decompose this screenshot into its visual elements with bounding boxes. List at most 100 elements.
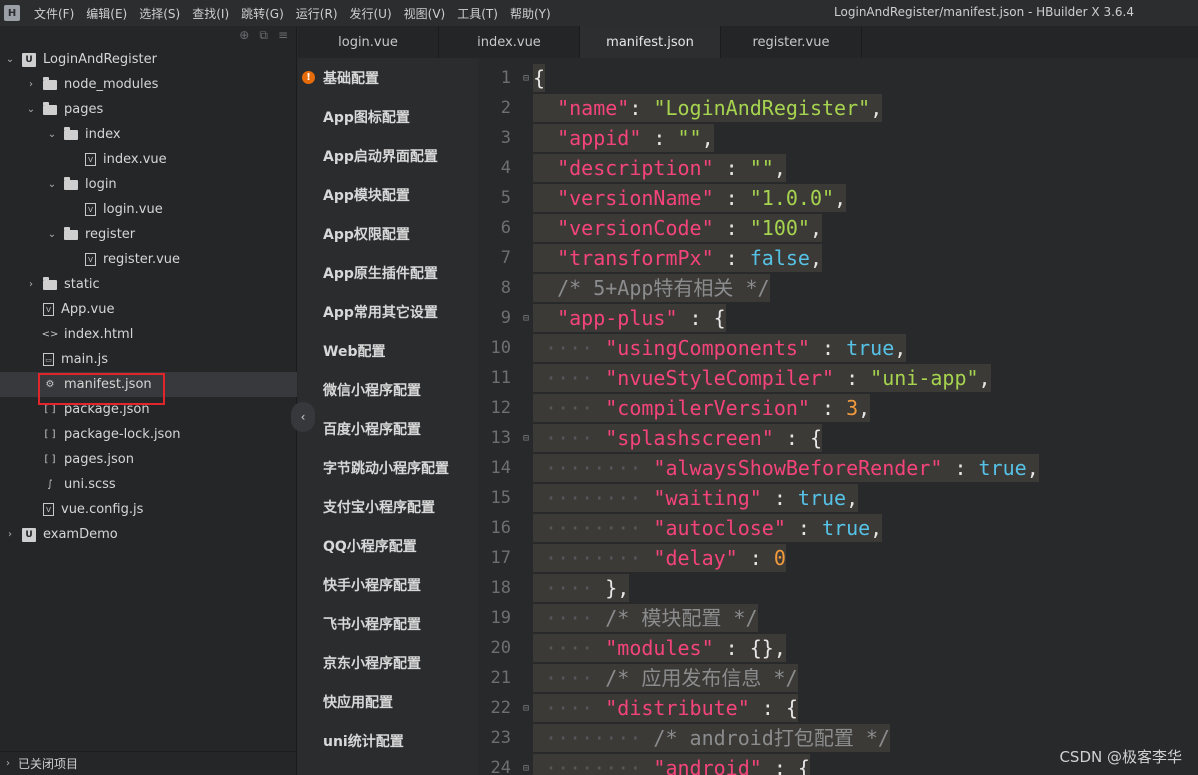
fold-toggle-icon[interactable]: ⊟ <box>523 763 529 774</box>
menu-item[interactable]: 选择(S) <box>133 5 186 22</box>
config-nav-item[interactable]: 字节跳动小程序配置 <box>298 448 478 487</box>
config-nav-item[interactable]: 支付宝小程序配置 <box>298 487 478 526</box>
menu-item[interactable]: 跳转(G) <box>235 5 290 22</box>
config-nav-item[interactable]: App常用其它设置 <box>298 292 478 331</box>
config-nav-item[interactable]: uni统计配置 <box>298 721 478 760</box>
code-line[interactable]: ········ /* android打包配置 */ <box>533 723 1039 753</box>
code-line[interactable]: { <box>533 63 1039 93</box>
closed-projects-footer[interactable]: › 已关闭项目 <box>0 751 297 775</box>
code-token: , <box>870 96 883 120</box>
tree-item[interactable]: ›[ ]package-lock.json <box>0 422 297 447</box>
tree-item[interactable]: ⌄ login <box>0 172 297 197</box>
code-line[interactable]: ···· "usingComponents" : true, <box>533 333 1039 363</box>
config-nav-item[interactable]: App图标配置 <box>298 97 478 136</box>
more-menu-icon[interactable]: ≡ <box>278 28 288 43</box>
code-line[interactable]: "transformPx" : false, <box>533 243 1039 273</box>
tree-item[interactable]: › node_modules <box>0 72 297 97</box>
collapse-all-icon[interactable]: ⧉ <box>259 28 268 43</box>
tree-item[interactable]: ›[ ]pages.json <box>0 447 297 472</box>
code-line[interactable]: ···· "modules" : {}, <box>533 633 1039 663</box>
tree-item[interactable]: ›[ ]package.json <box>0 397 297 422</box>
menu-item[interactable]: 查找(I) <box>186 5 235 22</box>
chevron-right-icon[interactable]: › <box>25 279 37 290</box>
config-nav-item[interactable]: 百度小程序配置 <box>298 409 478 448</box>
code-line[interactable]: ········ "alwaysShowBeforeRender" : true… <box>533 453 1039 483</box>
config-nav-item[interactable]: QQ小程序配置 <box>298 526 478 565</box>
code-line[interactable]: "name": "LoginAndRegister", <box>533 93 1039 123</box>
code-line[interactable]: "versionName" : "1.0.0", <box>533 183 1039 213</box>
editor-tab[interactable]: register.vue <box>721 26 862 58</box>
fold-toggle-icon[interactable]: ⊟ <box>523 433 529 444</box>
fold-toggle-icon[interactable]: ⊟ <box>523 703 529 714</box>
config-nav-item[interactable]: App启动界面配置 <box>298 136 478 175</box>
tree-item-label: main.js <box>61 352 108 367</box>
config-nav-item[interactable]: App权限配置 <box>298 214 478 253</box>
tree-item[interactable]: ⌄ register <box>0 222 297 247</box>
tree-item[interactable]: ›∫uni.scss <box>0 472 297 497</box>
code-line[interactable]: ···· "compilerVersion" : 3, <box>533 393 1039 423</box>
chevron-down-icon[interactable]: ⌄ <box>46 229 58 240</box>
config-nav-item[interactable]: Web配置 <box>298 331 478 370</box>
menu-item[interactable]: 运行(R) <box>290 5 344 22</box>
code-token: : <box>809 396 847 420</box>
code-content[interactable]: { "name": "LoginAndRegister", "appid" : … <box>533 63 1039 775</box>
menu-item[interactable]: 文件(F) <box>28 5 80 22</box>
chevron-right-icon[interactable]: › <box>25 79 37 90</box>
config-nav-item[interactable]: 微信小程序配置 <box>298 370 478 409</box>
config-nav-item[interactable]: 快手小程序配置 <box>298 565 478 604</box>
config-nav-item[interactable]: ! 基础配置 <box>298 58 478 97</box>
config-nav-item[interactable]: 飞书小程序配置 <box>298 604 478 643</box>
config-nav-item[interactable]: 京东小程序配置 <box>298 643 478 682</box>
code-line[interactable]: ···· /* 应用发布信息 */ <box>533 663 1039 693</box>
vue-icon: V <box>43 303 54 316</box>
code-line[interactable]: ···· "distribute" : { <box>533 693 1039 723</box>
chevron-down-icon[interactable]: ⌄ <box>46 179 58 190</box>
locate-icon[interactable]: ⊕ <box>239 28 249 43</box>
chevron-right-icon[interactable]: › <box>4 529 16 540</box>
tree-item[interactable]: ›VApp.vue <box>0 297 297 322</box>
tree-item[interactable]: › UexamDemo <box>0 522 297 547</box>
tree-item[interactable]: ⌄ index <box>0 122 297 147</box>
tree-item[interactable]: ›<>index.html <box>0 322 297 347</box>
fold-toggle-icon[interactable]: ⊟ <box>523 313 529 324</box>
code-line[interactable]: ········ "delay" : 0 <box>533 543 1039 573</box>
fold-toggle-icon[interactable]: ⊟ <box>523 73 529 84</box>
code-line[interactable]: ···· "nvueStyleCompiler" : "uni-app", <box>533 363 1039 393</box>
code-line[interactable]: ···· "splashscreen" : { <box>533 423 1039 453</box>
tree-item[interactable]: ›Vindex.vue <box>0 147 297 172</box>
config-nav-item[interactable]: App原生插件配置 <box>298 253 478 292</box>
collapse-sidebar-button[interactable]: ‹ <box>291 402 315 432</box>
chevron-down-icon[interactable]: ⌄ <box>4 54 16 65</box>
tree-item[interactable]: › static <box>0 272 297 297</box>
chevron-down-icon[interactable]: ⌄ <box>46 129 58 140</box>
code-line[interactable]: "appid" : "", <box>533 123 1039 153</box>
code-line[interactable]: ········ "autoclose" : true, <box>533 513 1039 543</box>
menu-item[interactable]: 编辑(E) <box>80 5 133 22</box>
tree-item[interactable]: ›⚙manifest.json <box>0 372 297 397</box>
config-nav-item[interactable]: App模块配置 <box>298 175 478 214</box>
menu-item[interactable]: 发行(U) <box>344 5 398 22</box>
code-line[interactable]: ···· /* 模块配置 */ <box>533 603 1039 633</box>
code-line[interactable]: "app-plus" : { <box>533 303 1039 333</box>
config-nav-item[interactable]: 快应用配置 <box>298 682 478 721</box>
code-line[interactable]: "versionCode" : "100", <box>533 213 1039 243</box>
tree-item[interactable]: ›Vvue.config.js <box>0 497 297 522</box>
code-editor[interactable]: 1 ⊟ 2 3 4 5 6 7 8 9 ⊟ 10 11 12 13 ⊟ 14 15 16 17 18 19 20 21 22 ⊟ 2… <box>478 58 1198 775</box>
editor-tab[interactable]: manifest.json <box>580 26 721 58</box>
menu-item[interactable]: 工具(T) <box>451 5 504 22</box>
editor-tab[interactable]: index.vue <box>439 26 580 58</box>
tree-item[interactable]: ⌄ pages <box>0 97 297 122</box>
menu-item[interactable]: 视图(V) <box>398 5 452 22</box>
code-line[interactable]: /* 5+App特有相关 */ <box>533 273 1039 303</box>
tree-item[interactable]: ›Vlogin.vue <box>0 197 297 222</box>
code-line[interactable]: "description" : "", <box>533 153 1039 183</box>
tree-item[interactable]: ›Vregister.vue <box>0 247 297 272</box>
code-line[interactable]: ········ "waiting" : true, <box>533 483 1039 513</box>
editor-tab[interactable]: login.vue <box>298 26 439 58</box>
code-line[interactable]: ···· }, <box>533 573 1039 603</box>
chevron-down-icon[interactable]: ⌄ <box>25 104 37 115</box>
menu-item[interactable]: 帮助(Y) <box>504 5 557 22</box>
tree-item[interactable]: ⌄ U LoginAndRegister <box>0 47 297 72</box>
code-line[interactable]: ········ "android" : { <box>533 753 1039 775</box>
tree-item[interactable]: ›▭main.js <box>0 347 297 372</box>
